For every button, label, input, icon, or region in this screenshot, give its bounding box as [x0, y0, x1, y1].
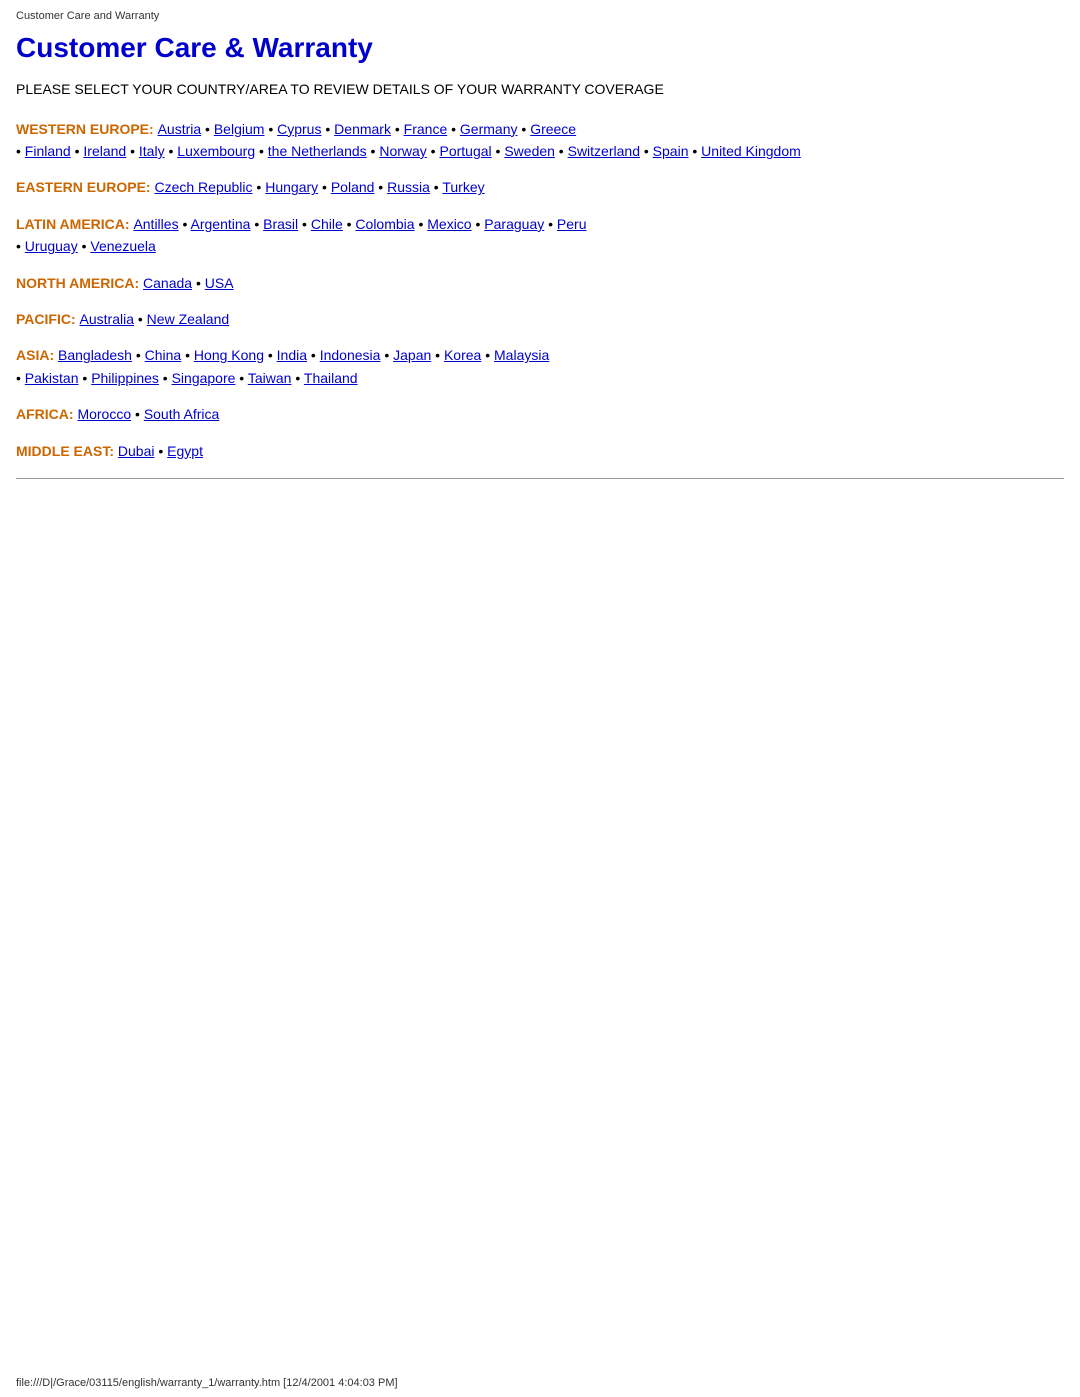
country-link-antilles[interactable]: Antilles	[133, 216, 178, 232]
country-link-russia[interactable]: Russia	[387, 179, 430, 195]
country-link-china[interactable]: China	[145, 347, 182, 363]
country-link-germany[interactable]: Germany	[460, 121, 518, 137]
country-link-finland[interactable]: Finland	[25, 143, 71, 159]
country-link-belgium[interactable]: Belgium	[214, 121, 265, 137]
region-africa: AFRICA: Morocco • South Africa	[16, 403, 1064, 425]
regions-container: WESTERN EUROPE: Austria • Belgium • Cypr…	[16, 118, 1064, 462]
region-asia: ASIA: Bangladesh • China • Hong Kong • I…	[16, 344, 1064, 389]
country-link-pakistan[interactable]: Pakistan	[25, 370, 79, 386]
region-latin-america: LATIN AMERICA: Antilles • Argentina • Br…	[16, 213, 1064, 258]
country-link-luxembourg[interactable]: Luxembourg	[177, 143, 255, 159]
country-link-united-kingdom[interactable]: United Kingdom	[701, 143, 801, 159]
country-link-portugal[interactable]: Portugal	[439, 143, 491, 159]
country-link-malaysia[interactable]: Malaysia	[494, 347, 549, 363]
subtitle: PLEASE SELECT YOUR COUNTRY/AREA TO REVIE…	[16, 80, 1064, 100]
country-link-czech-republic[interactable]: Czech Republic	[154, 179, 252, 195]
country-link-egypt[interactable]: Egypt	[167, 443, 203, 459]
country-link-hungary[interactable]: Hungary	[265, 179, 318, 195]
country-link-canada[interactable]: Canada	[143, 275, 192, 291]
country-link-india[interactable]: India	[277, 347, 307, 363]
country-link-peru[interactable]: Peru	[557, 216, 587, 232]
country-link-austria[interactable]: Austria	[158, 121, 202, 137]
country-link-paraguay[interactable]: Paraguay	[484, 216, 544, 232]
country-link-hong-kong[interactable]: Hong Kong	[194, 347, 264, 363]
country-link-italy[interactable]: Italy	[139, 143, 165, 159]
footer: file:///D|/Grace/03115/english/warranty_…	[16, 1377, 398, 1389]
country-link-brasil[interactable]: Brasil	[263, 216, 298, 232]
country-link-uruguay[interactable]: Uruguay	[25, 238, 78, 254]
browser-tab: Customer Care and Warranty	[16, 8, 1064, 24]
region-label-eastern-europe: EASTERN EUROPE:	[16, 179, 154, 195]
country-link-singapore[interactable]: Singapore	[172, 370, 236, 386]
region-middle-east: MIDDLE EAST: Dubai • Egypt	[16, 440, 1064, 462]
country-link-colombia[interactable]: Colombia	[355, 216, 414, 232]
country-link-indonesia[interactable]: Indonesia	[320, 347, 381, 363]
country-link-thailand[interactable]: Thailand	[304, 370, 358, 386]
country-link-greece[interactable]: Greece	[530, 121, 576, 137]
country-link-ireland[interactable]: Ireland	[83, 143, 126, 159]
region-pacific: PACIFIC: Australia • New Zealand	[16, 308, 1064, 330]
country-link-bangladesh[interactable]: Bangladesh	[58, 347, 132, 363]
country-link-norway[interactable]: Norway	[379, 143, 426, 159]
country-link-poland[interactable]: Poland	[331, 179, 375, 195]
country-link-switzerland[interactable]: Switzerland	[568, 143, 640, 159]
country-link-philippines[interactable]: Philippines	[91, 370, 159, 386]
country-link-usa[interactable]: USA	[205, 275, 234, 291]
region-label-western-europe: WESTERN EUROPE:	[16, 121, 158, 137]
country-link-new-zealand[interactable]: New Zealand	[147, 311, 230, 327]
region-label-latin-america: LATIN AMERICA:	[16, 216, 133, 232]
region-label-pacific: PACIFIC:	[16, 311, 80, 327]
country-link-argentina[interactable]: Argentina	[191, 216, 251, 232]
country-link-korea[interactable]: Korea	[444, 347, 481, 363]
country-link-mexico[interactable]: Mexico	[427, 216, 471, 232]
country-link-france[interactable]: France	[404, 121, 448, 137]
region-label-africa: AFRICA:	[16, 406, 77, 422]
country-link-south-africa[interactable]: South Africa	[144, 406, 220, 422]
country-link-morocco[interactable]: Morocco	[77, 406, 131, 422]
country-link-japan[interactable]: Japan	[393, 347, 431, 363]
region-eastern-europe: EASTERN EUROPE: Czech Republic • Hungary…	[16, 176, 1064, 198]
country-link-the-netherlands[interactable]: the Netherlands	[268, 143, 367, 159]
region-label-middle-east: MIDDLE EAST:	[16, 443, 118, 459]
region-label-north-america: NORTH AMERICA:	[16, 275, 143, 291]
country-link-turkey[interactable]: Turkey	[442, 179, 484, 195]
country-link-cyprus[interactable]: Cyprus	[277, 121, 321, 137]
country-link-taiwan[interactable]: Taiwan	[248, 370, 292, 386]
country-link-spain[interactable]: Spain	[653, 143, 689, 159]
region-western-europe: WESTERN EUROPE: Austria • Belgium • Cypr…	[16, 118, 1064, 163]
country-link-dubai[interactable]: Dubai	[118, 443, 155, 459]
page-title: Customer Care & Warranty	[16, 32, 1064, 64]
region-north-america: NORTH AMERICA: Canada • USA	[16, 272, 1064, 294]
country-link-sweden[interactable]: Sweden	[504, 143, 555, 159]
separator	[16, 478, 1064, 479]
region-label-asia: ASIA:	[16, 347, 58, 363]
country-link-denmark[interactable]: Denmark	[334, 121, 391, 137]
country-link-australia[interactable]: Australia	[80, 311, 134, 327]
country-link-chile[interactable]: Chile	[311, 216, 343, 232]
country-link-venezuela[interactable]: Venezuela	[90, 238, 155, 254]
